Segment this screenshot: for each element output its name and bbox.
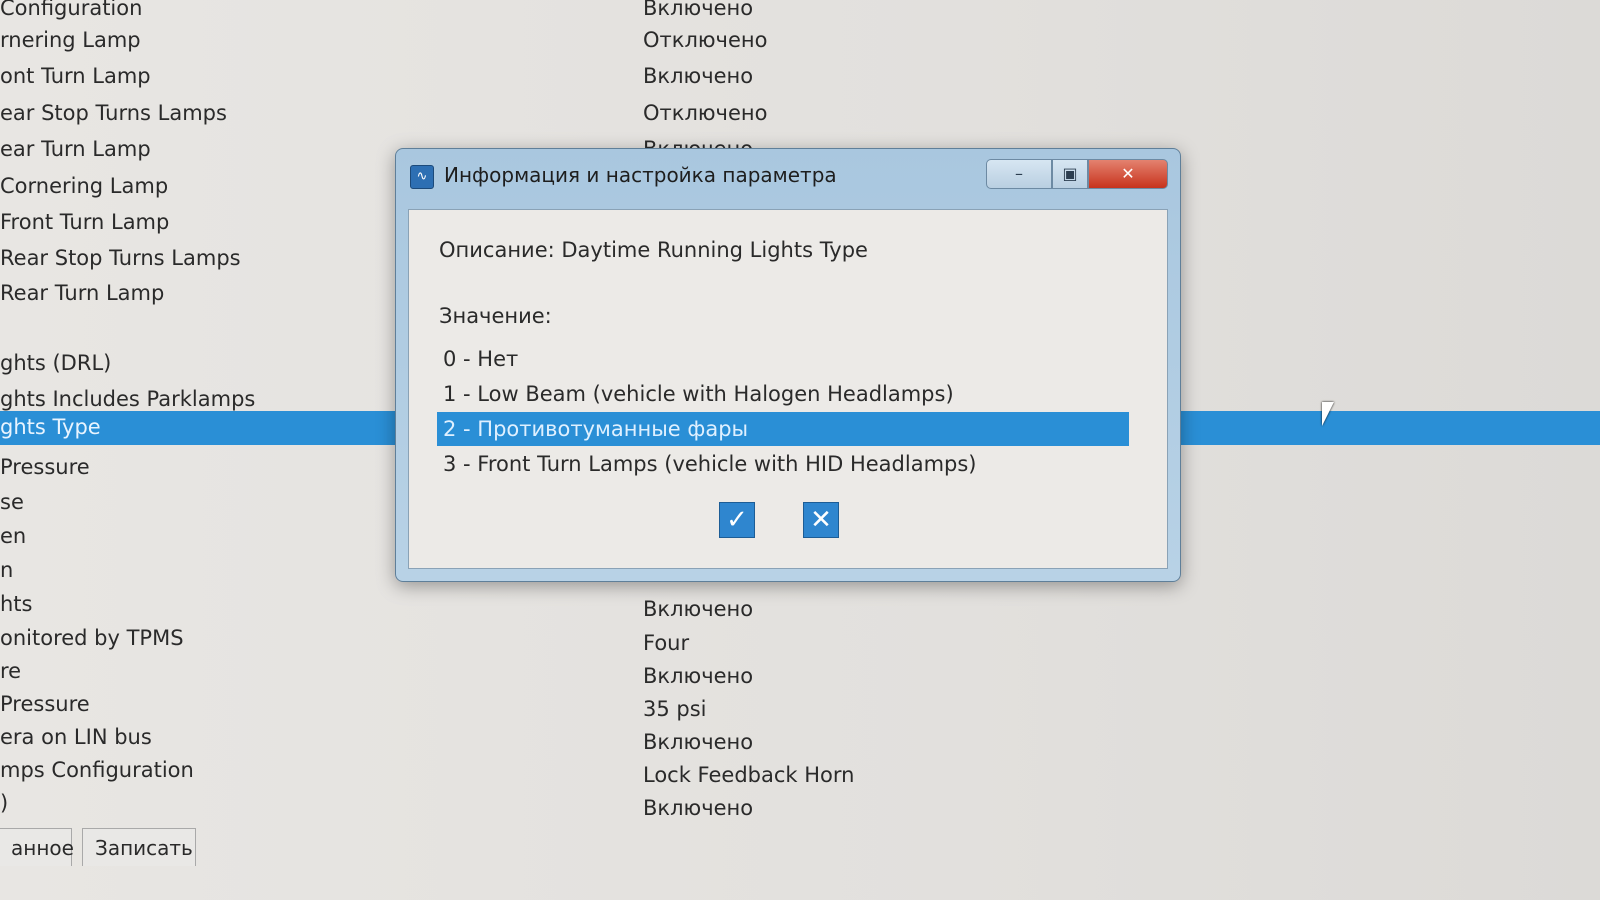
parameter-dialog: ∿ Информация и настройка параметра – ▣ ✕… — [395, 148, 1181, 582]
row-label: mps Configuration — [0, 758, 194, 782]
row-label: ear Turn Lamp — [0, 137, 151, 161]
row-value: Включено — [643, 0, 754, 20]
row-value: Отключено — [643, 28, 768, 52]
value-option[interactable]: 3 - Front Turn Lamps (vehicle with HID H… — [437, 447, 1129, 481]
mouse-cursor-icon — [1322, 402, 1334, 426]
list-row[interactable]: onitored by TPMS Four — [0, 622, 1600, 656]
row-label: Cornering Lamp — [0, 174, 169, 198]
row-value: Lock Feedback Horn — [643, 763, 855, 787]
value-option[interactable]: 2 - Противотуманные фары — [437, 412, 1129, 446]
list-row[interactable]: hts Включено — [0, 588, 1600, 622]
row-value: Включено — [643, 597, 754, 621]
maximize-button[interactable]: ▣ — [1052, 159, 1088, 189]
cancel-button[interactable]: ✕ — [803, 502, 839, 538]
description: Описание: Daytime Running Lights Type — [439, 238, 868, 262]
row-label: re — [0, 659, 22, 683]
row-label: rnering Lamp — [0, 28, 141, 52]
row-label: onitored by TPMS — [0, 626, 184, 650]
list-row[interactable]: ear Stop Turns Lamps Отключено — [0, 97, 1600, 131]
row-label: ghts Includes Parklamps — [0, 387, 256, 411]
row-value: Отключено — [643, 101, 768, 125]
write-button[interactable]: Записать — [82, 828, 196, 866]
close-button[interactable]: ✕ — [1088, 159, 1168, 189]
list-row[interactable]: ) Включено — [0, 787, 1600, 821]
list-row[interactable]: mps Configuration Lock Feedback Horn — [0, 754, 1600, 788]
row-label: Rear Stop Turns Lamps — [0, 246, 241, 270]
checkmark-icon: ✓ — [726, 505, 748, 535]
row-label: ear Stop Turns Lamps — [0, 101, 227, 125]
row-label: hts — [0, 592, 33, 616]
list-row[interactable]: rnering Lamp Отключено — [0, 24, 1600, 58]
saved-button[interactable]: анное — [0, 828, 74, 866]
row-label: ) — [0, 791, 9, 815]
row-label: Rear Turn Lamp — [0, 281, 165, 305]
row-label: Pressure — [0, 692, 90, 716]
row-value: Включено — [643, 730, 754, 754]
dialog-body: Описание: Daytime Running Lights Type Зн… — [408, 209, 1168, 569]
row-label: Configuration — [0, 0, 143, 20]
list-row[interactable]: Configuration Включено — [0, 0, 1600, 26]
row-label: era on LIN bus — [0, 725, 152, 749]
row-value: Включено — [643, 664, 754, 688]
app-icon: ∿ — [410, 165, 434, 189]
row-value: 35 psi — [643, 697, 707, 721]
row-value: Four — [643, 631, 690, 655]
minimize-button[interactable]: – — [986, 159, 1052, 189]
row-value: Включено — [643, 796, 754, 820]
value-label: Значение: — [439, 304, 552, 328]
row-label: ghts Type — [0, 415, 101, 439]
ok-button[interactable]: ✓ — [719, 502, 755, 538]
row-value: Включено — [643, 64, 754, 88]
row-label: se — [0, 490, 24, 514]
row-label: ont Turn Lamp — [0, 64, 151, 88]
dialog-title: Информация и настройка параметра — [444, 163, 837, 187]
value-option[interactable]: 1 - Low Beam (vehicle with Halogen Headl… — [437, 377, 1129, 411]
list-row[interactable]: ont Turn Lamp Включено — [0, 60, 1600, 94]
close-icon: ✕ — [810, 505, 832, 535]
list-row[interactable]: re Включено — [0, 655, 1600, 689]
value-option[interactable]: 0 - Нет — [437, 342, 1129, 376]
list-row[interactable]: era on LIN bus Включено — [0, 721, 1600, 755]
list-row[interactable]: Pressure 35 psi — [0, 688, 1600, 722]
row-label: Pressure — [0, 455, 90, 479]
row-label: ghts (DRL) — [0, 351, 112, 375]
row-label: Front Turn Lamp — [0, 210, 170, 234]
row-label: en — [0, 524, 27, 548]
row-label: n — [0, 558, 14, 582]
